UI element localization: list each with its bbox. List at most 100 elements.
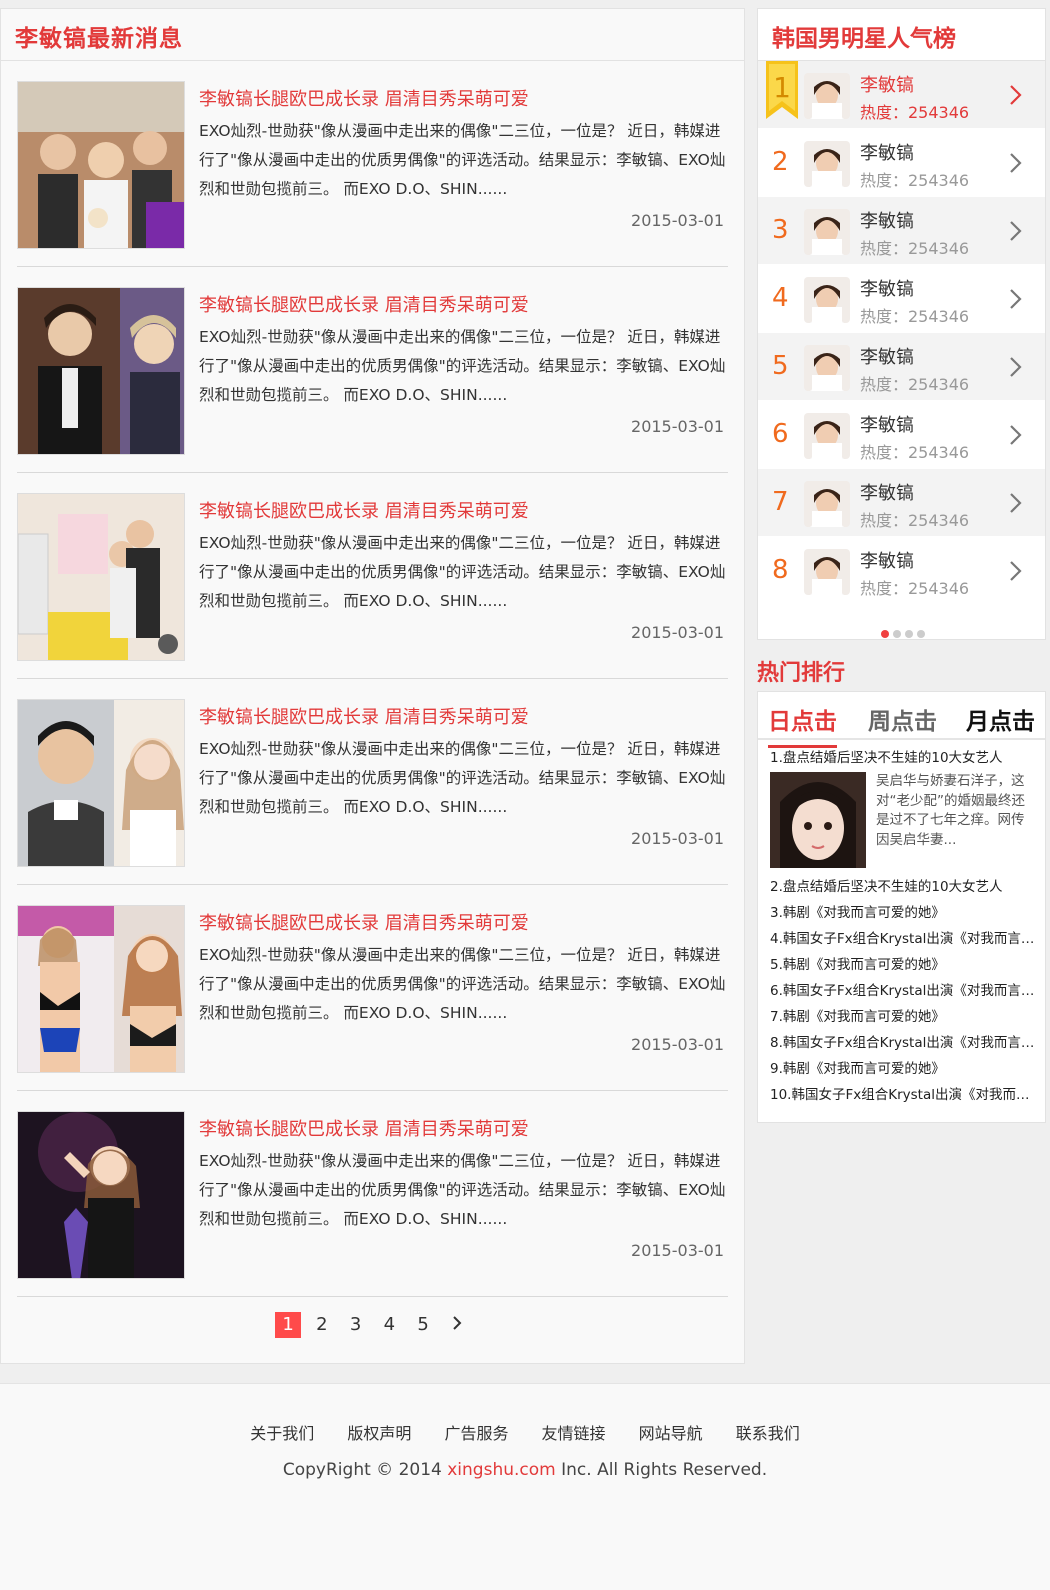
news-title[interactable]: 李敏镐长腿欧巴成长录 眉清目秀呆萌可爱 <box>199 291 529 317</box>
news-date: 2015-03-01 <box>631 1035 724 1054</box>
star-popularity: 热度：254346 <box>860 103 970 122</box>
page-2-button[interactable]: 2 <box>309 1312 335 1338</box>
ranking-item[interactable]: 4 李敏镐 热度：254346 <box>758 265 1045 333</box>
footer-link-copyright[interactable]: 版权声明 <box>347 1424 411 1443</box>
avatar[interactable] <box>804 549 850 595</box>
news-item[interactable]: 李敏镐长腿欧巴成长录 眉清目秀呆萌可爱 EXO灿烈-世勋获"像从漫画中走出来的偶… <box>17 61 728 267</box>
hot-list-item[interactable]: 6.韩国女子Fx组合Krystal出演《对我而言可爱的她》 <box>770 978 1042 1004</box>
news-date: 2015-03-01 <box>631 623 724 642</box>
news-title[interactable]: 李敏镐长腿欧巴成长录 眉清目秀呆萌可爱 <box>199 497 529 523</box>
hot-list-item[interactable]: 10.韩国女子Fx组合Krystal出演《对我而言可爱的她》 <box>770 1082 1042 1108</box>
chevron-right-icon[interactable] <box>1003 559 1027 583</box>
news-title[interactable]: 李敏镐长腿欧巴成长录 眉清目秀呆萌可爱 <box>199 1115 529 1141</box>
footer-link-about[interactable]: 关于我们 <box>250 1424 314 1443</box>
news-title[interactable]: 李敏镐长腿欧巴成长录 眉清目秀呆萌可爱 <box>199 703 529 729</box>
avatar[interactable] <box>804 277 850 323</box>
pagination: 1 2 3 4 5 <box>0 1312 745 1338</box>
footer-link-ads[interactable]: 广告服务 <box>444 1424 508 1443</box>
avatar[interactable] <box>804 481 850 527</box>
chevron-right-icon[interactable] <box>1003 355 1027 379</box>
star-name[interactable]: 李敏镐 <box>860 343 914 369</box>
star-name[interactable]: 李敏镐 <box>860 411 914 437</box>
news-thumbnail[interactable] <box>17 287 185 455</box>
news-title[interactable]: 李敏镐长腿欧巴成长录 眉清目秀呆萌可爱 <box>199 85 529 111</box>
star-popularity: 热度：254346 <box>860 239 970 258</box>
news-item[interactable]: 李敏镐长腿欧巴成长录 眉清目秀呆萌可爱 EXO灿烈-世勋获"像从漫画中走出来的偶… <box>17 679 728 885</box>
footer-link-contact[interactable]: 联系我们 <box>736 1424 800 1443</box>
chevron-right-icon[interactable] <box>1003 219 1027 243</box>
news-thumbnail[interactable] <box>17 699 185 867</box>
news-item[interactable]: 李敏镐长腿欧巴成长录 眉清目秀呆萌可爱 EXO灿烈-世勋获"像从漫画中走出来的偶… <box>17 885 728 1091</box>
news-thumbnail[interactable] <box>17 905 185 1073</box>
ranking-item[interactable]: 8 李敏镐 热度：254346 <box>758 537 1045 605</box>
carousel-dot[interactable] <box>880 630 889 638</box>
carousel-dot[interactable] <box>916 630 925 638</box>
news-panel-title: 李敏镐最新消息 <box>1 9 744 61</box>
news-item[interactable]: 李敏镐长腿欧巴成长录 眉清目秀呆萌可爱 EXO灿烈-世勋获"像从漫画中走出来的偶… <box>17 1091 728 1297</box>
ranking-item[interactable]: 3 李敏镐热度：254346 <box>758 197 1045 265</box>
footer-link-friends[interactable]: 友情链接 <box>542 1424 606 1443</box>
ranking-item[interactable]: 5 李敏镐 热度：254346 <box>758 333 1045 401</box>
hot-list-item[interactable]: 9.韩剧《对我而言可爱的她》 <box>770 1056 1042 1082</box>
hot-first-title[interactable]: 1.盘点结婚后坚决不生娃的10大女艺人 <box>770 746 1003 766</box>
rank-number: 3 <box>772 215 789 245</box>
hot-first-thumbnail[interactable] <box>770 772 866 868</box>
page-3-button[interactable]: 3 <box>343 1312 369 1338</box>
hot-list-item[interactable]: 3.韩剧《对我而言可爱的她》 <box>770 900 1042 926</box>
news-list: 李敏镐长腿欧巴成长录 眉清目秀呆萌可爱 EXO灿烈-世勋获"像从漫画中走出来的偶… <box>1 61 744 1297</box>
news-title[interactable]: 李敏镐长腿欧巴成长录 眉清目秀呆萌可爱 <box>199 909 529 935</box>
star-popularity: 热度：254346 <box>860 375 970 394</box>
chevron-right-icon[interactable] <box>1003 287 1027 311</box>
star-name[interactable]: 李敏镐 <box>860 207 914 233</box>
carousel-dot[interactable] <box>892 630 901 638</box>
avatar[interactable] <box>804 141 850 187</box>
tab-monthly[interactable]: 月点击 <box>966 702 1035 736</box>
page-4-button[interactable]: 4 <box>376 1312 402 1338</box>
page-1-button[interactable]: 1 <box>275 1312 302 1338</box>
news-thumbnail[interactable] <box>17 1111 185 1279</box>
footer-link-sitemap[interactable]: 网站导航 <box>639 1424 703 1443</box>
site-link[interactable]: xingshu.com <box>447 1460 555 1480</box>
chevron-right-icon[interactable] <box>1003 83 1027 107</box>
chevron-right-icon[interactable] <box>1003 423 1027 447</box>
news-summary: EXO灿烈-世勋获"像从漫画中走出来的偶像"二三位，一位是？ 近日，韩媒进行了"… <box>199 328 726 404</box>
news-summary: EXO灿烈-世勋获"像从漫画中走出来的偶像"二三位，一位是？ 近日，韩媒进行了"… <box>199 122 726 198</box>
page-5-button[interactable]: 5 <box>410 1312 436 1338</box>
star-name[interactable]: 李敏镐 <box>860 547 914 573</box>
star-name[interactable]: 李敏镐 <box>860 479 914 505</box>
ranking-item[interactable]: 2 李敏镐 热度：254346 <box>758 129 1045 197</box>
news-thumbnail[interactable] <box>17 81 185 249</box>
hot-list-item[interactable]: 2.盘点结婚后坚决不生娃的10大女艺人 <box>770 874 1042 900</box>
avatar[interactable] <box>804 73 850 119</box>
next-page-button[interactable] <box>444 1312 470 1338</box>
star-name[interactable]: 李敏镐 <box>860 139 914 165</box>
tab-weekly[interactable]: 周点击 <box>868 702 937 736</box>
avatar[interactable] <box>804 413 850 459</box>
avatar[interactable] <box>804 345 850 391</box>
carousel-dot[interactable] <box>904 630 913 638</box>
ranking-item[interactable]: 6 李敏镐 热度：254346 <box>758 401 1045 469</box>
news-thumbnail[interactable] <box>17 493 185 661</box>
star-popularity: 热度：254346 <box>860 511 970 530</box>
hot-list-item[interactable]: 5.韩剧《对我而言可爱的她》 <box>770 952 1042 978</box>
news-summary: EXO灿烈-世勋获"像从漫画中走出来的偶像"二三位，一位是？ 近日，韩媒进行了"… <box>199 534 726 610</box>
star-popularity: 热度：254346 <box>860 579 970 598</box>
rank-number: 6 <box>772 419 789 449</box>
star-name[interactable]: 李敏镐 <box>860 275 914 301</box>
news-summary: EXO灿烈-世勋获"像从漫画中走出来的偶像"二三位，一位是？ 近日，韩媒进行了"… <box>199 946 726 1022</box>
star-name[interactable]: 李敏镐 <box>860 71 914 97</box>
news-item[interactable]: 李敏镐长腿欧巴成长录 眉清目秀呆萌可爱 EXO灿烈-世勋获"像从漫画中走出来的偶… <box>17 473 728 679</box>
news-item[interactable]: 李敏镐长腿欧巴成长录 眉清目秀呆萌可爱 EXO灿烈-世勋获"像从漫画中走出来的偶… <box>17 267 728 473</box>
chevron-right-icon[interactable] <box>1003 151 1027 175</box>
hot-list-item[interactable]: 8.韩国女子Fx组合Krystal出演《对我而言可爱的她》 <box>770 1030 1042 1056</box>
hot-list-item[interactable]: 4.韩国女子Fx组合Krystal出演《对我而言可爱的她》 <box>770 926 1042 952</box>
hot-list-item[interactable]: 7.韩剧《对我而言可爱的她》 <box>770 1004 1042 1030</box>
ranking-list: 1 李敏镐 热度：254346 2 李敏镐 热度：254346 3 李敏镐 热度：254346 4… <box>758 61 1045 605</box>
avatar[interactable] <box>804 209 850 255</box>
chevron-right-icon[interactable] <box>1003 491 1027 515</box>
ranking-item[interactable]: 7 李敏镐 热度：254346 <box>758 469 1045 537</box>
tab-daily[interactable]: 日点击 <box>768 702 837 748</box>
hot-tabs: 日点击 周点击 月点击 <box>758 692 1045 748</box>
ranking-item[interactable]: 1 李敏镐 热度：254346 <box>758 61 1045 129</box>
news-summary: EXO灿烈-世勋获"像从漫画中走出来的偶像"二三位，一位是？ 近日，韩媒进行了"… <box>199 1152 726 1228</box>
